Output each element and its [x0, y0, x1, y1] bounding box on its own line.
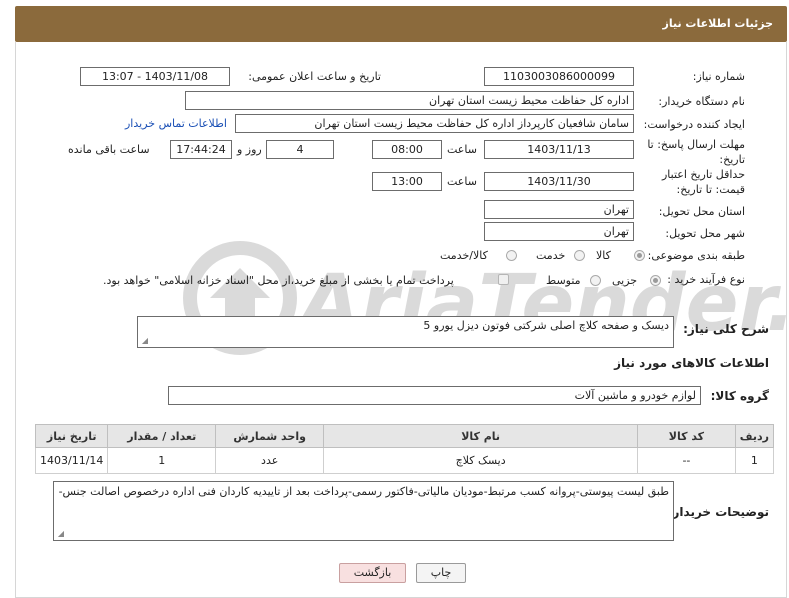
cell-code: --: [637, 447, 736, 474]
province-field: تهران: [484, 200, 634, 219]
goods-table: ردیف کد کالا نام کالا واحد شمارش تعداد /…: [34, 424, 775, 474]
process-option-minor: جزیی: [612, 274, 638, 287]
price-time-field: 13:00: [372, 172, 442, 191]
city-field: تهران: [484, 222, 634, 241]
buyer-notes-text: طبق لیست پیوستی-پروانه کسب مرتبط-مودیان …: [58, 485, 669, 498]
reply-time-label: ساعت: [447, 143, 477, 156]
description-label: شرح کلی نیاز:: [683, 322, 769, 336]
resize-grip-icon[interactable]: ◢: [56, 530, 64, 538]
table-row: 1 -- دیسک کلاچ عدد 1 1403/11/14: [34, 447, 775, 474]
col-name-header: نام کالا: [323, 424, 639, 448]
category-option-goods-service: کالا/خدمت: [440, 249, 488, 262]
back-button[interactable]: بازگشت: [339, 563, 406, 583]
announce-date-field: 1403/11/08 - 13:07: [80, 67, 230, 86]
col-code-header: کد کالا: [637, 424, 736, 448]
process-radio-minor[interactable]: [650, 275, 661, 286]
category-label: طبقه بندی موضوعی:: [647, 249, 745, 262]
buyer-contact-link[interactable]: اطلاعات تماس خریدار: [125, 117, 227, 130]
days-label: روز و: [237, 143, 262, 156]
creator-field: سامان شافعیان کارپرداز اداره کل حفاظت مح…: [235, 114, 634, 133]
city-label: شهر محل تحویل:: [665, 227, 745, 240]
buyer-notes-textarea: طبق لیست پیوستی-پروانه کسب مرتبط-مودیان …: [53, 481, 674, 541]
table-header-row: ردیف کد کالا نام کالا واحد شمارش تعداد /…: [34, 424, 775, 448]
need-number-label: شماره نیاز:: [692, 70, 745, 83]
creator-label: ایجاد کننده درخواست:: [643, 118, 745, 131]
category-option-goods: کالا: [596, 249, 611, 262]
price-time-label: ساعت: [447, 175, 477, 188]
description-textarea: دیسک و صفحه کلاچ اصلی شرکتی فوتون دیزل ی…: [137, 316, 674, 348]
province-label: استان محل تحویل:: [658, 205, 745, 218]
col-qty-header: تعداد / مقدار: [107, 424, 217, 448]
description-text: دیسک و صفحه کلاچ اصلی شرکتی فوتون دیزل ی…: [423, 319, 669, 332]
page-header: جزئیات اطلاعات نیاز: [15, 6, 787, 42]
buyer-org-field: اداره کل حفاظت محیط زیست استان تهران: [185, 91, 634, 110]
category-radio-service[interactable]: [574, 250, 585, 261]
price-deadline-label: حداقل تاریخ اعتبار قیمت: تا تاریخ:: [661, 168, 745, 196]
process-type-label: نوع فرآیند خرید :: [667, 273, 745, 286]
goods-group-field: لوازم خودرو و ماشین آلات: [168, 386, 701, 405]
cell-row: 1: [734, 447, 775, 474]
buyer-org-label: نام دستگاه خریدار:: [658, 95, 745, 108]
process-option-medium: متوسط: [546, 274, 581, 287]
page-title: جزئیات اطلاعات نیاز: [662, 17, 774, 30]
remaining-time-field: 17:44:24: [170, 140, 232, 159]
resize-grip-icon[interactable]: ◢: [140, 337, 148, 345]
reply-deadline-label: مهلت ارسال پاسخ: تا تاریخ:: [647, 138, 745, 166]
treasury-payment-note: پرداخت تمام یا بخشی از مبلغ خرید،از محل …: [103, 274, 454, 287]
days-remaining-field: 4: [266, 140, 334, 159]
announce-date-label: تاریخ و ساعت اعلان عمومی:: [248, 70, 381, 83]
print-button[interactable]: چاپ: [416, 563, 466, 583]
category-radio-goods[interactable]: [634, 250, 645, 261]
category-option-service: خدمت: [536, 249, 566, 262]
goods-section-title: اطلاعات کالاهای مورد نیاز: [614, 356, 769, 370]
buyer-notes-label: توضیحات خریدار:: [667, 505, 769, 519]
category-radio-goods-service[interactable]: [506, 250, 517, 261]
process-radio-medium[interactable]: [590, 275, 601, 286]
cell-qty: 1: [107, 447, 217, 474]
need-number-field: 1103003086000099: [484, 67, 634, 86]
col-date-header: تاریخ نیاز: [34, 424, 109, 448]
remaining-time-label: ساعت باقی مانده: [68, 143, 150, 156]
col-row-header: ردیف: [734, 424, 775, 448]
treasury-payment-checkbox[interactable]: [498, 274, 509, 285]
cell-unit: عدد: [215, 447, 325, 474]
reply-time-field: 08:00: [372, 140, 442, 159]
goods-group-label: گروه کالا:: [710, 389, 769, 403]
col-unit-header: واحد شمارش: [215, 424, 325, 448]
cell-date: 1403/11/14: [34, 447, 109, 474]
reply-date-field: 1403/11/13: [484, 140, 634, 159]
cell-name: دیسک کلاچ: [323, 447, 639, 474]
price-date-field: 1403/11/30: [484, 172, 634, 191]
